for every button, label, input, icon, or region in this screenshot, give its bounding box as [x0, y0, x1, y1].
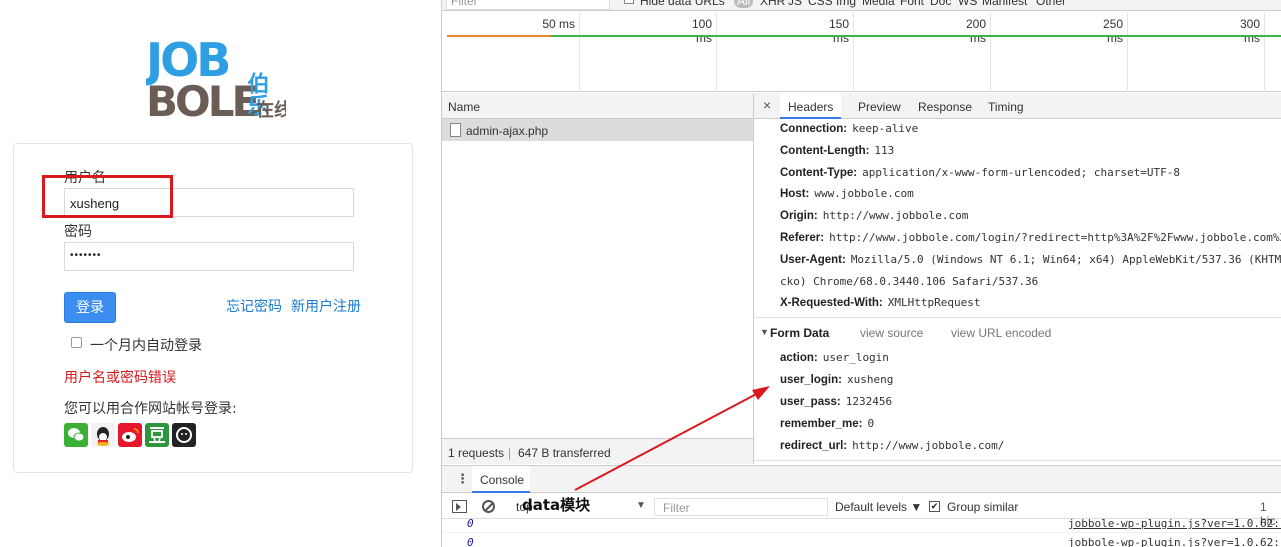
annotation-arrow [574, 386, 770, 491]
annotation-label: data模块 [522, 496, 591, 514]
